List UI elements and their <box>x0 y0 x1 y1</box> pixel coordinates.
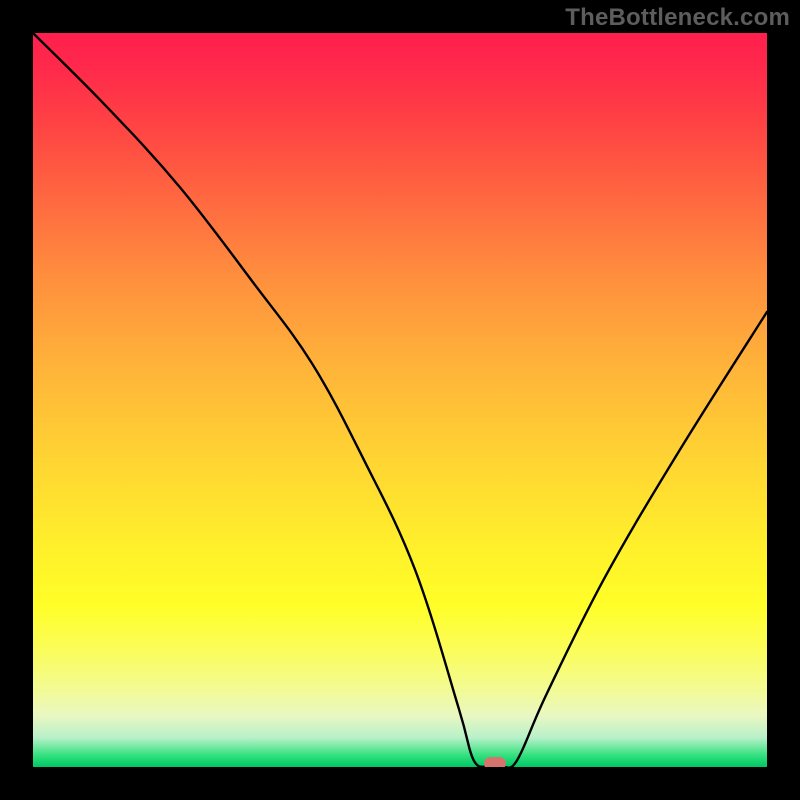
optimal-marker <box>484 757 506 767</box>
plot-area <box>33 33 767 767</box>
watermark-text: TheBottleneck.com <box>565 4 790 32</box>
chart-frame: TheBottleneck.com <box>0 0 800 800</box>
curve-svg <box>33 33 767 767</box>
bottleneck-curve <box>33 33 767 767</box>
